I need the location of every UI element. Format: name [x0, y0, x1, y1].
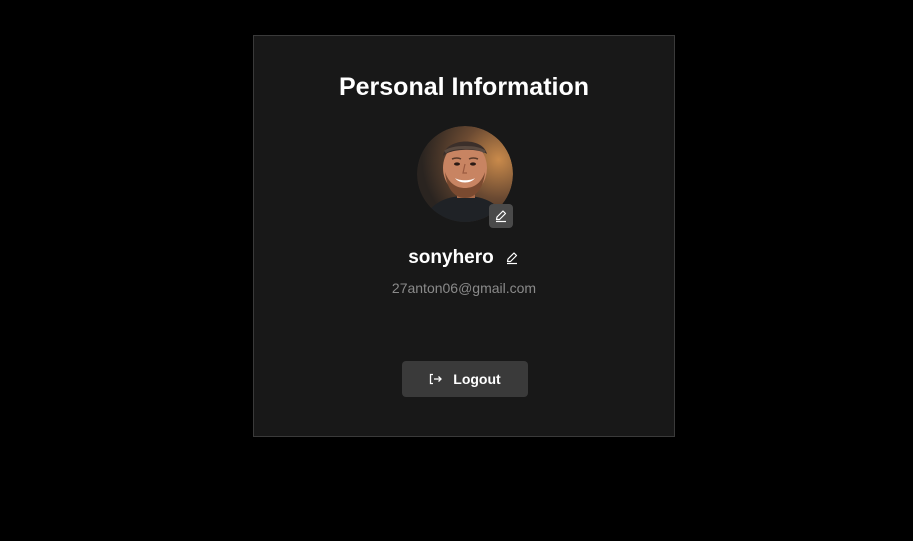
pencil-icon: [495, 210, 507, 223]
pencil-icon: [506, 252, 517, 265]
username: sonyhero: [408, 247, 494, 268]
logout-button[interactable]: Logout: [402, 361, 528, 397]
username-edit-button[interactable]: [504, 250, 520, 266]
avatar-container: [417, 126, 513, 228]
username-row: sonyhero: [254, 246, 674, 270]
avatar-edit-button[interactable]: [489, 204, 513, 228]
email-address: 27anton06@gmail.com: [391, 280, 537, 296]
page-title: Personal Information: [338, 73, 590, 101]
logout-label: Logout: [453, 371, 501, 387]
personal-info-card: Personal Information sonyhero 27anton06@…: [253, 35, 675, 437]
logout-icon: [429, 373, 443, 385]
